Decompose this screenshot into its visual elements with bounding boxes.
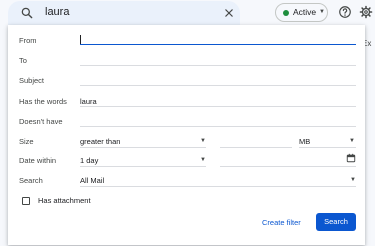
- size-comparator-value: greater than: [80, 137, 121, 146]
- size-unit-select[interactable]: MB ▼: [299, 133, 356, 148]
- search-in-value: All Mail: [80, 176, 105, 185]
- size-unit-value: MB: [299, 137, 311, 146]
- to-label: To: [19, 56, 27, 65]
- to-field-underline[interactable]: [80, 65, 356, 66]
- from-field-underline[interactable]: [80, 44, 356, 45]
- help-icon[interactable]: [338, 5, 352, 19]
- caret-down-icon: ▼: [200, 157, 206, 163]
- date-within-label: Date within: [19, 156, 57, 165]
- search-icon[interactable]: [20, 6, 34, 20]
- caret-down-icon: ▼: [319, 9, 325, 15]
- calendar-icon[interactable]: [346, 153, 356, 163]
- caret-down-icon: ▼: [350, 177, 356, 183]
- search-in-select[interactable]: All Mail ▼: [80, 172, 356, 187]
- caret-down-icon: ▼: [349, 138, 355, 144]
- status-dot-icon: [283, 10, 289, 16]
- subject-field-underline[interactable]: [80, 85, 356, 86]
- from-label: From: [19, 36, 37, 45]
- size-value-field[interactable]: [220, 133, 292, 148]
- date-within-value: 1 day: [80, 156, 99, 165]
- close-icon[interactable]: [223, 7, 235, 19]
- status-label: Active: [293, 7, 317, 17]
- has-attachment-checkbox[interactable]: [22, 197, 30, 205]
- search-input[interactable]: laura: [45, 6, 69, 18]
- text-cursor: [80, 35, 81, 44]
- search-in-label: Search: [19, 176, 43, 185]
- search-bar[interactable]: laura: [8, 1, 240, 25]
- doesnt-have-field-underline[interactable]: [80, 126, 356, 127]
- top-bar: laura Active ▼: [0, 0, 375, 26]
- doesnt-have-label: Doesn't have: [19, 117, 63, 126]
- has-words-label: Has the words: [19, 97, 67, 106]
- date-field[interactable]: [220, 152, 356, 167]
- caret-down-icon: ▼: [200, 138, 206, 144]
- size-comparator-select[interactable]: greater than ▼: [80, 133, 206, 148]
- has-attachment-label: Has attachment: [38, 196, 91, 205]
- gear-icon[interactable]: [359, 5, 373, 19]
- subject-label: Subject: [19, 76, 45, 85]
- advanced-search-panel: From To Subject Has the words laura Does…: [8, 25, 365, 245]
- search-button[interactable]: Search: [316, 213, 356, 231]
- create-filter-button[interactable]: Create filter: [262, 218, 301, 227]
- size-label: Size: [19, 137, 34, 146]
- has-words-field-underline[interactable]: [80, 106, 356, 107]
- status-dropdown[interactable]: Active ▼: [275, 3, 328, 22]
- date-within-select[interactable]: 1 day ▼: [80, 152, 206, 167]
- has-words-field[interactable]: laura: [80, 97, 97, 106]
